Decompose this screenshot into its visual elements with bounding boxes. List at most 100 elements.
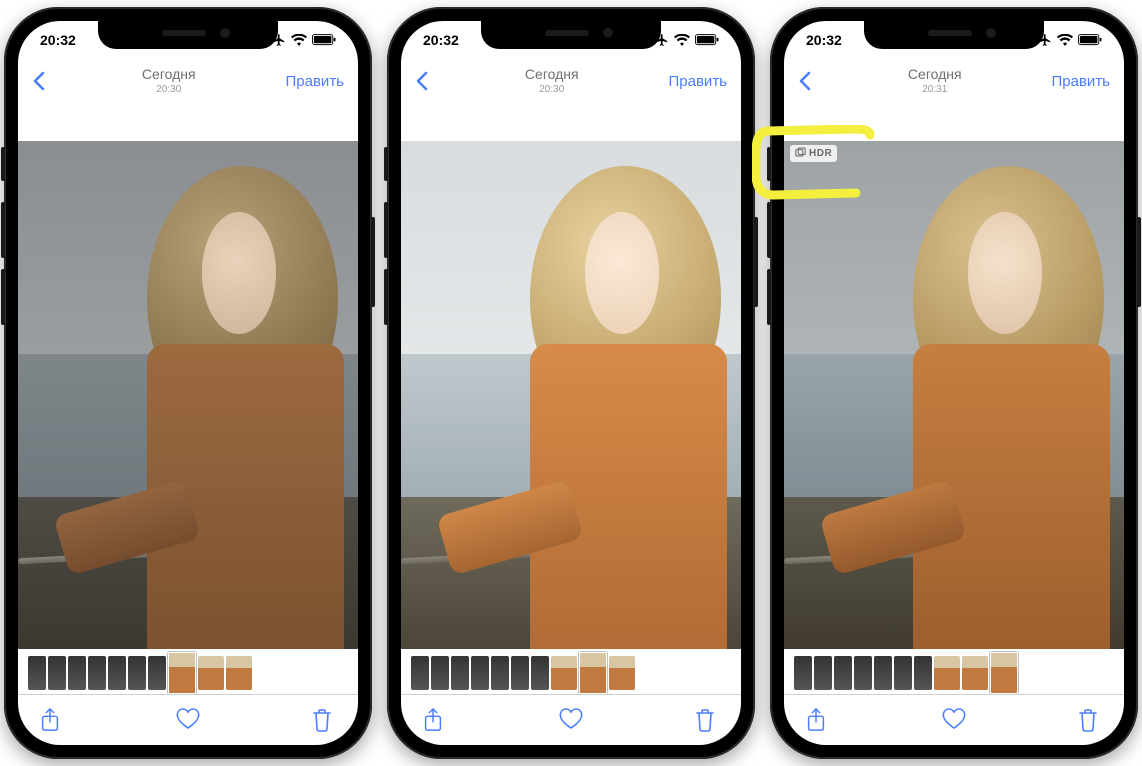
- thumbnail[interactable]: [834, 656, 852, 690]
- back-button[interactable]: [798, 71, 818, 91]
- thumbnail[interactable]: [551, 656, 577, 690]
- thumbnail[interactable]: [934, 656, 960, 690]
- thumbnail[interactable]: [128, 656, 146, 690]
- edit-button[interactable]: Править: [669, 73, 728, 90]
- hdr-icon: [795, 147, 806, 160]
- photo-content: HDR: [784, 141, 1124, 649]
- thumbnail[interactable]: [148, 656, 166, 690]
- photo-viewer[interactable]: [18, 141, 358, 649]
- thumbnail[interactable]: [88, 656, 106, 690]
- notch: [864, 21, 1044, 49]
- thumbnail[interactable]: [854, 656, 872, 690]
- edit-button[interactable]: Править: [1052, 73, 1111, 90]
- nav-title-group: Сегодня 20:31: [908, 67, 962, 94]
- thumbnail[interactable]: [531, 656, 549, 690]
- back-button[interactable]: [415, 71, 435, 91]
- volume-up-button: [384, 202, 388, 258]
- thumbnail[interactable]: [48, 656, 66, 690]
- thumbnail[interactable]: [990, 652, 1018, 694]
- thumbnail[interactable]: [28, 656, 46, 690]
- thumbnail[interactable]: [168, 652, 196, 694]
- thumbnail[interactable]: [471, 656, 489, 690]
- volume-up-button: [1, 202, 5, 258]
- mute-switch: [1, 147, 5, 181]
- thumbnail[interactable]: [68, 656, 86, 690]
- share-button[interactable]: [40, 708, 64, 732]
- nav-time: 20:30: [156, 84, 181, 95]
- thumbnail[interactable]: [108, 656, 126, 690]
- share-button[interactable]: [423, 708, 447, 732]
- status-time: 20:32: [423, 32, 459, 48]
- volume-down-button: [767, 269, 771, 325]
- thumbnail[interactable]: [451, 656, 469, 690]
- side-button: [371, 217, 375, 307]
- screen: 20:32 Сегодня: [18, 21, 358, 745]
- thumbnail[interactable]: [431, 656, 449, 690]
- thumbnail[interactable]: [579, 652, 607, 694]
- status-icons: [1038, 33, 1102, 47]
- nav-bar: Сегодня 20:30 Править: [401, 59, 741, 103]
- thumbnail[interactable]: [814, 656, 832, 690]
- photo-viewer[interactable]: HDR: [784, 141, 1124, 649]
- battery-icon: [312, 34, 336, 46]
- hdr-badge: HDR: [790, 145, 837, 162]
- phone-mockup-3: 20:32 Сегодня 20:31 Править: [770, 7, 1138, 759]
- back-button[interactable]: [32, 71, 52, 91]
- thumbnail[interactable]: [226, 656, 252, 690]
- thumbnail[interactable]: [914, 656, 932, 690]
- thumbnail[interactable]: [874, 656, 892, 690]
- wifi-icon: [1057, 34, 1073, 46]
- delete-button[interactable]: [312, 708, 336, 732]
- delete-button[interactable]: [695, 708, 719, 732]
- thumbnail-strip[interactable]: [784, 653, 1124, 693]
- nav-title: Сегодня: [525, 67, 579, 82]
- bottom-toolbar: [401, 694, 741, 745]
- thumbnail[interactable]: [511, 656, 529, 690]
- volume-down-button: [384, 269, 388, 325]
- wifi-icon: [291, 34, 307, 46]
- thumbnail[interactable]: [198, 656, 224, 690]
- nav-time: 20:30: [539, 84, 564, 95]
- favorite-button[interactable]: [176, 708, 200, 732]
- nav-bar: Сегодня 20:30 Править: [18, 59, 358, 103]
- nav-title: Сегодня: [142, 67, 196, 82]
- thumbnail[interactable]: [894, 656, 912, 690]
- thumbnail[interactable]: [411, 656, 429, 690]
- thumbnail[interactable]: [491, 656, 509, 690]
- thumbnail-strip[interactable]: [401, 653, 741, 693]
- screen: 20:32 Сегодня 20:31 Править: [784, 21, 1124, 745]
- notch: [98, 21, 278, 49]
- status-time: 20:32: [806, 32, 842, 48]
- notch: [481, 21, 661, 49]
- bottom-toolbar: [784, 694, 1124, 745]
- favorite-button[interactable]: [559, 708, 583, 732]
- photo-content: [18, 141, 358, 649]
- wifi-icon: [674, 34, 690, 46]
- screen: 20:32 Сегодня 20:30 Править: [401, 21, 741, 745]
- volume-down-button: [1, 269, 5, 325]
- favorite-button[interactable]: [942, 708, 966, 732]
- nav-title: Сегодня: [908, 67, 962, 82]
- hdr-label: HDR: [809, 148, 832, 159]
- edit-button[interactable]: Править: [286, 73, 345, 90]
- battery-icon: [1078, 34, 1102, 46]
- status-icons: [272, 33, 336, 47]
- nav-bar: Сегодня 20:31 Править: [784, 59, 1124, 103]
- delete-button[interactable]: [1078, 708, 1102, 732]
- nav-title-group: Сегодня 20:30: [142, 67, 196, 94]
- mute-switch: [384, 147, 388, 181]
- photo-content: [401, 141, 741, 649]
- mute-switch: [767, 147, 771, 181]
- thumbnail[interactable]: [609, 656, 635, 690]
- thumbnail[interactable]: [962, 656, 988, 690]
- status-icons: [655, 33, 719, 47]
- photo-viewer[interactable]: [401, 141, 741, 649]
- nav-time: 20:31: [922, 84, 947, 95]
- status-time: 20:32: [40, 32, 76, 48]
- side-button: [754, 217, 758, 307]
- comparison-stage: 20:32 Сегодня: [0, 0, 1142, 766]
- thumbnail[interactable]: [794, 656, 812, 690]
- thumbnail-strip[interactable]: [18, 653, 358, 693]
- share-button[interactable]: [806, 708, 830, 732]
- phone-mockup-2: 20:32 Сегодня 20:30 Править: [387, 7, 755, 759]
